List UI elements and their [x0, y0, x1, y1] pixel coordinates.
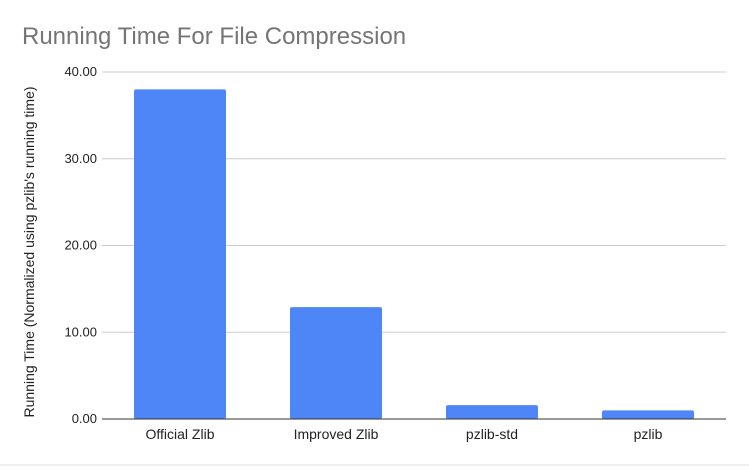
y-axis-label: Running Time (Normalized using pzlib's r…: [21, 86, 37, 417]
x-tick-labels: Official Zlib Improved Zlib pzlib-std pzlib: [146, 426, 663, 442]
bar-official-zlib[interactable]: [134, 89, 226, 419]
y-tick-label: 30.00: [64, 151, 97, 166]
bar-pzlib-std[interactable]: [446, 405, 538, 419]
bar-improved-zlib[interactable]: [290, 307, 382, 419]
chart-container: Running Time For File Compression Runnin…: [0, 0, 749, 470]
x-tick-label: pzlib: [634, 426, 663, 442]
y-tick-labels: 0.00 10.00 20.00 30.00 40.00: [64, 64, 97, 426]
y-tick-label: 40.00: [64, 64, 97, 79]
y-tick-label: 10.00: [64, 324, 97, 339]
x-tick-label: pzlib-std: [466, 426, 518, 442]
y-tick-label: 0.00: [72, 411, 97, 426]
bar-pzlib[interactable]: [602, 410, 694, 419]
x-tick-label: Improved Zlib: [294, 426, 379, 442]
y-tick-label: 20.00: [64, 238, 97, 253]
bar-chart: Running Time For File Compression Runnin…: [0, 23, 749, 466]
chart-title: Running Time For File Compression: [22, 23, 406, 50]
x-tick-label: Official Zlib: [146, 426, 215, 442]
bars: [134, 89, 694, 419]
